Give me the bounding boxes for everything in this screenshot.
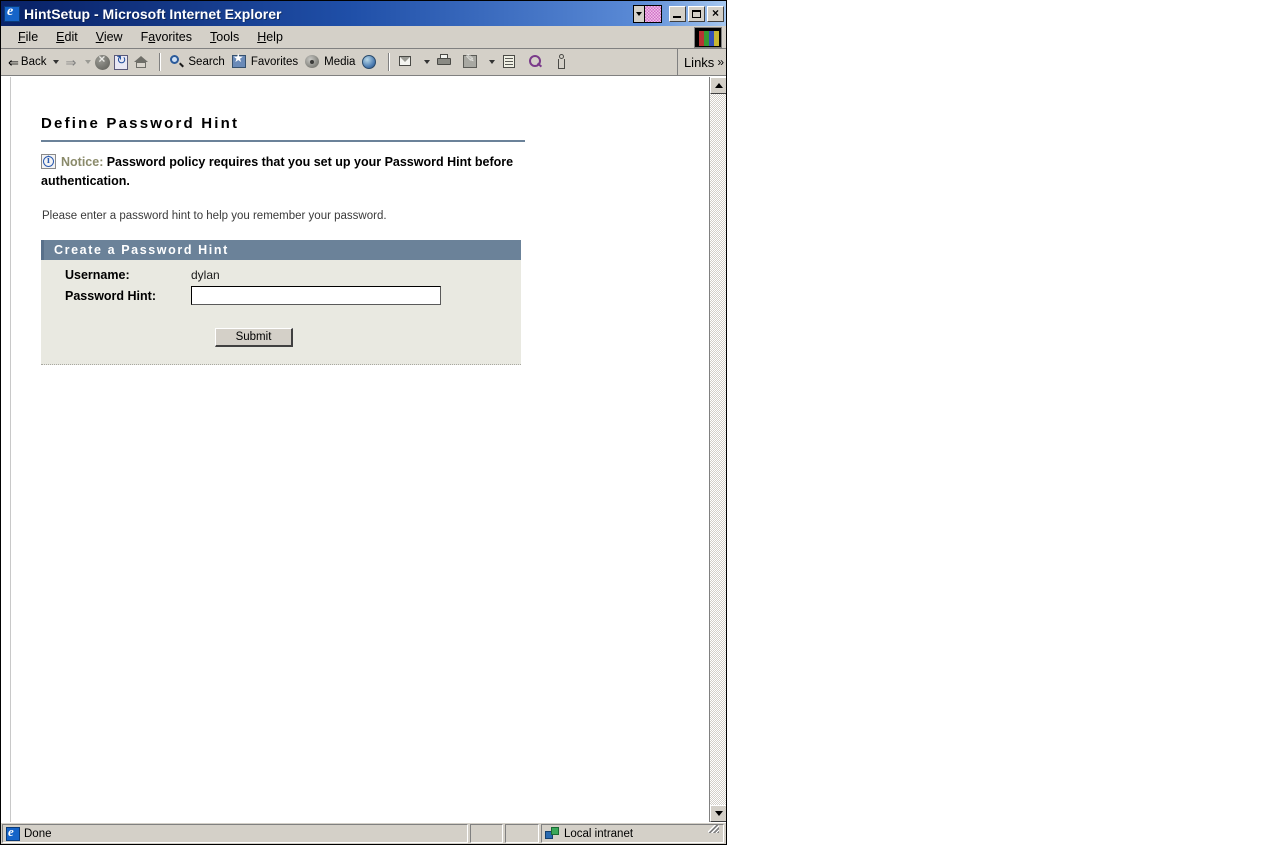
back-history-dropdown-icon[interactable] (53, 60, 60, 64)
navigation-toolbar: ⇐Back ⇒ Search Favorites Media (1, 49, 726, 76)
screen-root: HintSetup - Microsoft Internet Explorer … (0, 0, 1280, 845)
username-value: dylan (191, 267, 220, 282)
menu-item-favorites[interactable]: Favorites (132, 28, 201, 46)
close-button[interactable]: × (707, 5, 724, 22)
security-zone-panel[interactable]: Local intranet (541, 824, 724, 843)
create-password-hint-panel: Create a Password Hint Username: dylan P… (41, 239, 521, 365)
info-icon (41, 153, 56, 169)
window-titlebar: HintSetup - Microsoft Internet Explorer … (1, 1, 726, 26)
panel-header: Create a Password Hint (41, 239, 521, 260)
password-hint-input[interactable] (191, 286, 441, 306)
forward-button[interactable]: ⇒ (62, 51, 81, 73)
window-title: HintSetup - Microsoft Internet Explorer (24, 5, 282, 22)
stop-icon[interactable] (95, 52, 111, 70)
discuss-button[interactable] (498, 51, 524, 73)
page-left-margin (1, 77, 11, 822)
ie-globe-icon (4, 4, 20, 22)
toolbar-separator-2 (388, 53, 391, 71)
forward-history-dropdown-icon[interactable] (85, 60, 92, 64)
links-bar[interactable]: Links » (676, 49, 724, 75)
restore-dropdown-arrow-icon[interactable] (633, 4, 644, 23)
status-text: Done (24, 827, 52, 840)
search-icon (168, 53, 186, 71)
scroll-down-button[interactable] (710, 805, 726, 822)
search-button[interactable]: Search (165, 51, 227, 73)
mail-dropdown-icon[interactable] (424, 60, 431, 64)
edit-button[interactable] (459, 51, 485, 73)
mail-icon (397, 53, 415, 71)
discuss-icon (501, 53, 519, 71)
scroll-up-button[interactable] (710, 77, 726, 94)
notice-message: Notice: Password policy requires that yo… (41, 153, 531, 192)
username-row: Username: dylan (41, 265, 521, 285)
favorites-star-icon (231, 51, 249, 71)
refresh-icon[interactable] (114, 53, 129, 70)
messenger-button[interactable] (524, 51, 550, 73)
status-blank-panel-2 (505, 824, 539, 843)
print-icon (436, 53, 454, 71)
intranet-zone-icon (545, 826, 560, 841)
page-document: Define Password Hint Notice: Password po… (11, 77, 709, 822)
media-button-label: Media (324, 56, 356, 68)
helper-text: Please enter a password hint to help you… (42, 209, 387, 222)
back-arrow-icon: ⇐ (8, 54, 19, 70)
maximize-button[interactable] (688, 5, 705, 22)
person-button[interactable] (550, 51, 576, 73)
search-button-label: Search (188, 56, 225, 68)
messenger-icon (527, 53, 545, 71)
notice-label: Notice: (61, 155, 104, 169)
chevron-down-icon (714, 811, 723, 816)
favorites-button-label: Favorites (250, 56, 299, 68)
home-icon[interactable] (133, 53, 151, 71)
favorites-button[interactable]: Favorites (228, 51, 301, 73)
edit-page-icon (462, 52, 480, 71)
chevron-up-icon (714, 83, 723, 88)
submit-button[interactable]: Submit (215, 327, 293, 347)
menubar: File Edit View Favorites Tools Help (1, 26, 726, 49)
menu-item-file[interactable]: File (9, 28, 47, 46)
password-hint-label: Password Hint: (65, 288, 156, 303)
ie-globe-small-icon (6, 825, 20, 841)
vertical-scrollbar[interactable] (709, 77, 726, 822)
browser-viewport: Define Password Hint Notice: Password po… (1, 76, 726, 822)
media-button[interactable]: Media (301, 51, 358, 73)
toolbar-separator (159, 53, 162, 71)
media-icon (304, 53, 322, 71)
back-button[interactable]: ⇐ Back (5, 51, 49, 73)
links-label: Links (683, 54, 715, 70)
window-controls: × (633, 4, 724, 23)
menu-item-edit[interactable]: Edit (47, 28, 87, 46)
status-blank-panel-1 (470, 824, 503, 843)
page-title: Define Password Hint (41, 115, 240, 132)
menu-item-view[interactable]: View (87, 28, 132, 46)
forward-arrow-icon: ⇒ (65, 54, 77, 70)
submit-row: Submit (41, 327, 521, 347)
history-globe-icon (361, 53, 379, 71)
password-hint-row: Password Hint: (41, 286, 521, 306)
window-state-icon[interactable] (644, 4, 662, 23)
panel-body: Username: dylan Password Hint: Submit (41, 260, 521, 364)
back-button-label: Back (20, 56, 47, 68)
print-button[interactable] (433, 51, 459, 73)
notice-text: Password policy requires that you set up… (41, 155, 514, 189)
menu-item-tools[interactable]: Tools (201, 28, 248, 46)
person-icon (553, 53, 571, 71)
history-button[interactable] (358, 51, 384, 73)
minimize-button[interactable] (669, 5, 686, 22)
title-divider (41, 140, 525, 142)
document-body: Define Password Hint Notice: Password po… (11, 77, 709, 365)
username-label: Username: (65, 267, 130, 282)
ie-brand-logo-icon (694, 27, 722, 48)
edit-dropdown-icon[interactable] (489, 60, 496, 64)
statusbar: Done Local intranet (1, 822, 726, 844)
links-chevron-icon[interactable]: » (717, 55, 724, 69)
mail-button[interactable] (394, 51, 420, 73)
menu-item-help[interactable]: Help (248, 28, 292, 46)
security-zone-text: Local intranet (564, 827, 634, 840)
status-message-panel: Done (2, 824, 468, 843)
internet-explorer-window: HintSetup - Microsoft Internet Explorer … (0, 0, 727, 845)
